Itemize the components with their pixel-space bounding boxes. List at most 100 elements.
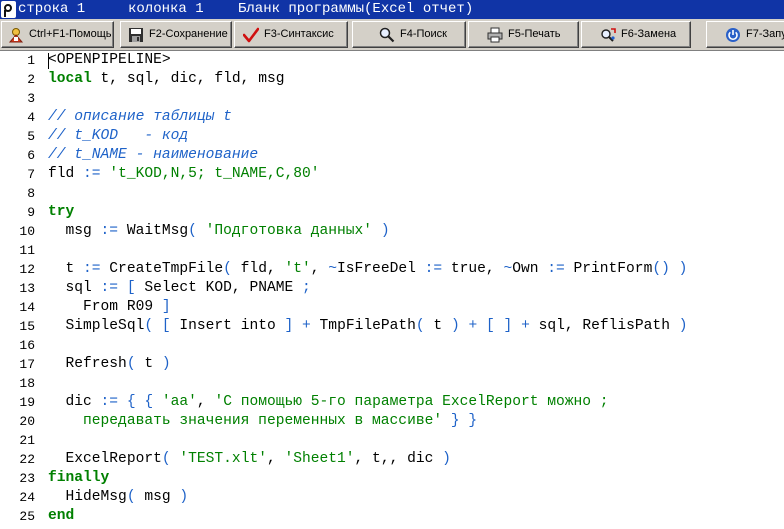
operator-token: (: [144, 318, 154, 334]
operator-token: (: [161, 451, 171, 467]
code-text: sql := [ Select KOD, PNAME ;: [48, 279, 311, 298]
code-token: ,: [310, 261, 329, 277]
operator-token: ;: [302, 280, 311, 296]
operator-token: (: [126, 356, 136, 372]
code-line[interactable]: 9 try: [0, 203, 784, 222]
operator-token: ]: [161, 299, 171, 315]
line-number: 6: [27, 148, 35, 163]
code-line[interactable]: 12 t := CreateTmpFile( fld, 't', ~IsFree…: [0, 260, 784, 279]
code-text: dic := { { 'aa', 'С помощью 5-го парамет…: [48, 393, 609, 412]
string-token: передавать значения переменных в массиве…: [48, 413, 443, 429]
code-line[interactable]: 2 local t, sql, dic, fld, msg: [0, 70, 784, 89]
code-token: CreateTmpFile: [100, 261, 224, 277]
code-line[interactable]: 3: [0, 89, 784, 108]
line-number: 8: [27, 186, 35, 201]
power-icon: [725, 27, 741, 43]
string-token: 'Sheet1': [284, 451, 355, 467]
operator-token: ): [380, 223, 390, 239]
search-button[interactable]: F4-Поиск: [352, 21, 466, 48]
keyword-token: local: [48, 71, 92, 87]
code-token: t, sql, dic, fld, msg: [91, 71, 285, 87]
code-editor[interactable]: 1 <OPENPIPELINE> 2 local t, sql, dic, fld, …: [0, 51, 784, 529]
print-button[interactable]: F5-Печать: [468, 21, 579, 48]
code-token: Own: [512, 261, 548, 277]
code-text: // t_KOD - код: [48, 127, 188, 146]
line-number: 4: [27, 110, 35, 125]
code-token: Insert into: [170, 318, 285, 334]
line-number: 10: [19, 224, 35, 239]
code-token: IsFreeDel: [337, 261, 425, 277]
help-button[interactable]: Ctrl+F1-Помощь: [1, 21, 114, 48]
run-button[interactable]: F7-Запуск: [706, 21, 784, 48]
code-text: fld := 't_KOD,N,5; t_NAME,C,80': [48, 165, 320, 184]
code-line[interactable]: 5 // t_KOD - код: [0, 127, 784, 146]
operator-token: :=: [100, 394, 119, 410]
text-caret: [48, 53, 49, 69]
print-button-label: F5-Печать: [508, 28, 561, 40]
operator-token: (: [223, 261, 232, 277]
keyword-token: try: [48, 204, 75, 220]
code-text: ExcelReport( 'TEST.xlt', 'Sheet1', t,, d…: [48, 450, 451, 469]
code-line[interactable]: 20 передавать значения переменных в масс…: [0, 412, 784, 431]
code-text: local t, sql, dic, fld, msg: [48, 70, 284, 89]
code-line[interactable]: 1 <OPENPIPELINE>: [0, 51, 784, 70]
code-line[interactable]: 19 dic := { { 'aa', 'С помощью 5-го пара…: [0, 393, 784, 412]
code-text: SimpleSql( [ Insert into ] + TmpFilePath…: [48, 317, 688, 336]
operator-token: ): [442, 451, 451, 467]
code-line[interactable]: 24 HideMsg( msg ): [0, 488, 784, 507]
cursor-row-status: строка 1: [18, 1, 86, 17]
syntax-check-button[interactable]: F3-Синтаксис: [234, 21, 348, 48]
save-button[interactable]: F2-Сохранение: [120, 21, 232, 48]
code-line[interactable]: 14 From R09 ]: [0, 298, 784, 317]
operator-token: ): [678, 261, 688, 277]
code-line[interactable]: 10 msg := WaitMsg( 'Подготовка данных' ): [0, 222, 784, 241]
line-number: 3: [27, 91, 35, 106]
code-line[interactable]: 6 // t_NAME - наименование: [0, 146, 784, 165]
replace-button[interactable]: F6-Замена: [581, 21, 691, 48]
line-number: 13: [19, 281, 35, 296]
app-icon: [1, 1, 16, 18]
code-text: HideMsg( msg ): [48, 488, 189, 507]
operator-token: (: [188, 223, 197, 239]
operator-token: ): [678, 318, 688, 334]
line-number: 22: [19, 452, 35, 467]
operator-token: }: [450, 413, 460, 429]
code-token: ,: [266, 451, 285, 467]
code-line[interactable]: 17 Refresh( t ): [0, 355, 784, 374]
code-token: dic: [48, 394, 101, 410]
code-line[interactable]: 4 // описание таблицы t: [0, 108, 784, 127]
operator-token: ~: [328, 261, 338, 277]
code-line[interactable]: 22 ExcelReport( 'TEST.xlt', 'Sheet1', t,…: [0, 450, 784, 469]
code-line[interactable]: 16: [0, 336, 784, 355]
operator-token: ): [161, 356, 171, 372]
string-token: 'С помощью 5-го параметра ExcelReport мо…: [214, 394, 609, 410]
line-number: 11: [19, 243, 35, 258]
help-icon: [8, 27, 24, 43]
code-line[interactable]: 21: [0, 431, 784, 450]
code-text: try: [48, 203, 74, 222]
code-line[interactable]: 8: [0, 184, 784, 203]
code-token: sql: [48, 280, 101, 296]
code-line[interactable]: 25 end: [0, 507, 784, 526]
code-line[interactable]: 23 finally: [0, 469, 784, 488]
code-line[interactable]: 18: [0, 374, 784, 393]
code-line[interactable]: 7 fld := 't_KOD,N,5; t_NAME,C,80': [0, 165, 784, 184]
operator-token: ]: [284, 318, 294, 334]
replace-button-label: F6-Замена: [621, 28, 677, 40]
code-token: HideMsg: [48, 489, 127, 505]
code-line[interactable]: 15 SimpleSql( [ Insert into ] + TmpFileP…: [0, 317, 784, 336]
operator-token: :=: [100, 280, 119, 296]
code-text: end: [48, 507, 74, 526]
line-number: 14: [19, 300, 35, 315]
code-token: sql, ReflisPath: [529, 318, 679, 334]
code-line[interactable]: 11: [0, 241, 784, 260]
operator-token: [: [126, 280, 136, 296]
code-line[interactable]: 13 sql := [ Select KOD, PNAME ;: [0, 279, 784, 298]
line-number: 1: [27, 53, 35, 68]
